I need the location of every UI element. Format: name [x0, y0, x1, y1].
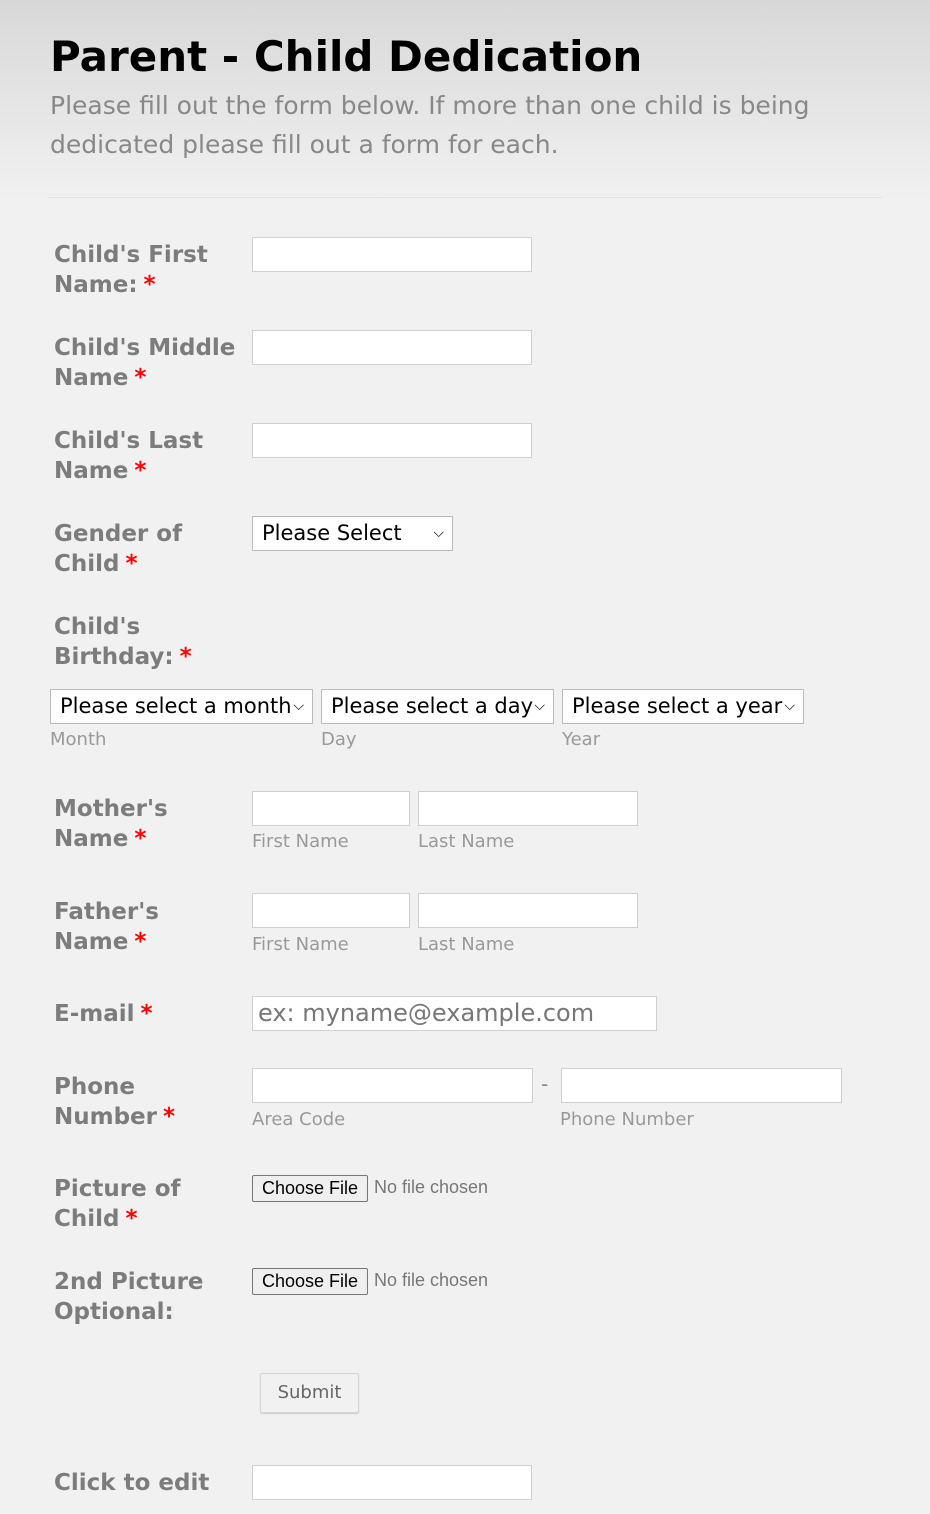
chevron-down-icon: ⌵ — [784, 698, 795, 714]
area-code-sublabel: Area Code — [252, 1109, 346, 1130]
gender-label: Gender of Child * — [54, 521, 183, 577]
phone-separator: - — [541, 1072, 549, 1096]
first-name-label: Child's First Name: * — [54, 242, 208, 298]
area-code-input[interactable] — [252, 1068, 533, 1103]
choose-file-button[interactable]: Choose File — [252, 1175, 368, 1202]
mother-name-label: Mother's Name * — [54, 796, 168, 852]
click-to-edit-input[interactable] — [252, 1465, 532, 1500]
father-name-label: Father's Name * — [54, 899, 159, 955]
picture2-label: 2nd Picture Optional: — [54, 1269, 204, 1325]
gender-select[interactable]: Please Select ⌵ — [252, 516, 453, 551]
year-sublabel: Year — [562, 729, 601, 750]
last-name-label: Child's Last Name * — [54, 428, 204, 484]
choose-file-button-2[interactable]: Choose File — [252, 1268, 368, 1295]
mother-first-sublabel: First Name — [252, 831, 349, 852]
middle-name-label: Child's Middle Name * — [54, 335, 236, 391]
email-input[interactable]: ex: myname@example.com — [252, 996, 657, 1031]
father-last-sublabel: Last Name — [418, 934, 515, 955]
phone-number-sublabel: Phone Number — [560, 1109, 694, 1130]
month-select[interactable]: Please select a month ⌵ — [50, 689, 313, 724]
day-select[interactable]: Please select a day ⌵ — [321, 689, 554, 724]
father-last-input[interactable] — [418, 893, 638, 928]
divider — [48, 197, 882, 198]
submit-button[interactable]: Submit — [260, 1373, 359, 1413]
email-label: E-mail * — [54, 1001, 153, 1027]
birthday-label: Child's Birthday: * — [54, 614, 192, 670]
middle-name-input[interactable] — [252, 330, 532, 365]
month-sublabel: Month — [50, 729, 107, 750]
phone-number-input[interactable] — [561, 1068, 842, 1103]
file-status-2: No file chosen — [374, 1270, 489, 1290]
phone-label: Phone Number * — [54, 1074, 176, 1130]
mother-first-input[interactable] — [252, 791, 410, 826]
click-to-edit-label: Click to edit — [54, 1470, 210, 1496]
year-select[interactable]: Please select a year ⌵ — [562, 689, 804, 724]
chevron-down-icon: ⌵ — [293, 698, 304, 714]
chevron-down-icon: ⌵ — [433, 525, 444, 541]
mother-last-sublabel: Last Name — [418, 831, 515, 852]
file-status: No file chosen — [374, 1177, 489, 1197]
first-name-input[interactable] — [252, 237, 532, 272]
page-title: Parent - Child Dedication — [50, 32, 643, 81]
chevron-down-icon: ⌵ — [534, 698, 545, 714]
father-first-sublabel: First Name — [252, 934, 349, 955]
last-name-input[interactable] — [252, 423, 532, 458]
mother-last-input[interactable] — [418, 791, 638, 826]
day-sublabel: Day — [321, 729, 357, 750]
father-first-input[interactable] — [252, 893, 410, 928]
picture-label: Picture of Child * — [54, 1176, 181, 1232]
page-subtitle: Please fill out the form below. If more … — [50, 91, 810, 159]
